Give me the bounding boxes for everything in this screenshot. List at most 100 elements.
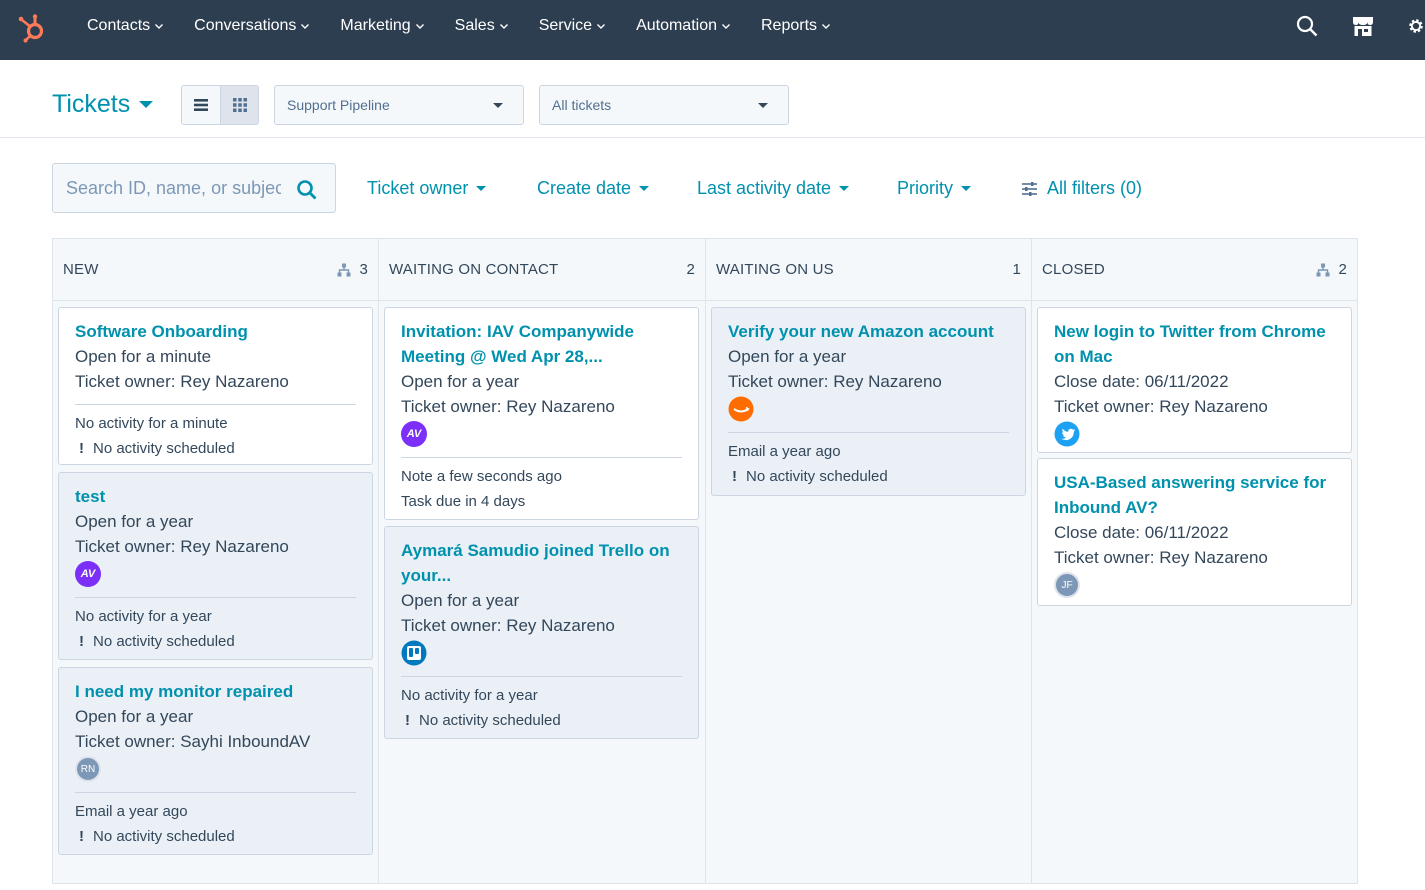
ticket-card[interactable]: I need my monitor repaired Open for a ye… — [58, 667, 373, 855]
ticket-board: NEW 3 Software Onboarding Open for a min… — [52, 238, 1358, 884]
avatar-icon: RN — [75, 756, 101, 782]
card-divider — [401, 676, 682, 677]
grid-icon — [232, 98, 247, 112]
ticket-owner-label: Ticket owner: — [401, 397, 502, 416]
ticket-owner-label: Ticket owner: — [75, 732, 176, 751]
ticket-title[interactable]: USA-Based answering service for Inbound … — [1054, 470, 1335, 520]
all-filters-button[interactable]: All filters (0) — [1021, 178, 1142, 199]
chevron-down-icon — [415, 24, 424, 29]
nav-marketing-label: Marketing — [340, 17, 411, 34]
nav-conversations-label: Conversations — [194, 17, 297, 34]
column-header: CLOSED 2 — [1032, 239, 1357, 301]
ticket-card[interactable]: Invitation: IAV Companywide Meeting @ We… — [384, 307, 699, 520]
ticket-close-date: Close date: 06/11/2022 — [1054, 372, 1229, 391]
ticket-owner-label: Ticket owner: — [75, 537, 176, 556]
column-count: 1 — [1012, 261, 1021, 278]
filter-create-date[interactable]: Create date — [537, 178, 650, 199]
nav-sales-label: Sales — [454, 17, 495, 34]
card-divider — [75, 792, 356, 793]
nav-service-label: Service — [538, 17, 593, 34]
settings-icon[interactable] — [1407, 14, 1425, 38]
ticket-card[interactable]: Software Onboarding Open for a minute Ti… — [58, 307, 373, 465]
search-box — [52, 163, 336, 213]
nav-service[interactable]: Service — [539, 17, 606, 35]
ticket-close-date: Close date: 06/11/2022 — [1054, 523, 1229, 542]
hierarchy-icon — [337, 263, 351, 276]
list-view-button[interactable] — [182, 86, 220, 124]
nav-sales[interactable]: Sales — [455, 17, 509, 35]
ticket-title[interactable]: Aymará Samudio joined Trello on your... — [401, 538, 682, 588]
ticket-owner-label: Ticket owner: — [401, 616, 502, 635]
next-activity: ! No activity scheduled — [401, 708, 682, 733]
view-select[interactable]: All tickets — [539, 85, 789, 125]
ticket-owner: Rey Nazareno — [1159, 548, 1268, 567]
ticket-owner-label: Ticket owner: — [728, 372, 829, 391]
page-title-dropdown[interactable]: Tickets — [52, 90, 154, 119]
next-activity: ! No activity scheduled — [75, 629, 356, 654]
amazon-icon — [728, 396, 754, 422]
ticket-title[interactable]: I need my monitor repaired — [75, 679, 356, 704]
card-divider — [75, 404, 356, 405]
alert-icon: ! — [79, 828, 84, 845]
ticket-card[interactable]: Aymará Samudio joined Trello on your... … — [384, 526, 699, 739]
caret-down-icon — [639, 186, 650, 191]
last-activity: No activity for a year — [75, 608, 212, 625]
marketplace-icon[interactable] — [1351, 14, 1375, 38]
ticket-status: Open for a year — [401, 591, 520, 610]
ticket-card[interactable]: test Open for a year Ticket owner: Rey N… — [58, 472, 373, 660]
board-view-button[interactable] — [220, 86, 258, 124]
chevron-down-icon — [597, 24, 606, 29]
chevron-down-icon — [822, 24, 831, 29]
twitter-icon — [1054, 421, 1080, 447]
hubspot-logo-icon[interactable] — [16, 12, 48, 44]
pipeline-select[interactable]: Support Pipeline — [274, 85, 524, 125]
ticket-card[interactable]: Verify your new Amazon account Open for … — [711, 307, 1026, 496]
ticket-title[interactable]: Invitation: IAV Companywide Meeting @ We… — [401, 319, 682, 369]
nav-conversations[interactable]: Conversations — [194, 17, 310, 35]
ticket-owner: Sayhi InboundAV — [180, 732, 311, 751]
nav-automation-label: Automation — [636, 17, 717, 34]
filter-ticket-owner[interactable]: Ticket owner — [367, 178, 487, 199]
search-input[interactable] — [66, 177, 281, 199]
filter-last-activity-date[interactable]: Last activity date — [697, 178, 850, 199]
column-count-value: 2 — [1338, 261, 1347, 278]
page-header: Tickets Support Pipeline All tickets — [0, 60, 1425, 138]
chevron-down-icon — [722, 24, 730, 29]
search-icon[interactable] — [1295, 14, 1319, 38]
column-title: CLOSED — [1042, 261, 1105, 278]
nav-contacts[interactable]: Contacts — [87, 17, 164, 35]
search-icon[interactable] — [296, 179, 318, 201]
pipeline-select-value: Support Pipeline — [287, 97, 390, 113]
ticket-title[interactable]: Verify your new Amazon account — [728, 319, 1009, 344]
ticket-status: Open for a year — [75, 707, 194, 726]
column-count: 2 — [686, 261, 695, 278]
page-title: Tickets — [52, 90, 131, 118]
column-title: WAITING ON US — [716, 261, 834, 278]
column-count-value: 2 — [686, 261, 695, 278]
view-toggle — [181, 85, 259, 125]
ticket-title[interactable]: Software Onboarding — [75, 319, 356, 344]
column-count-value: 1 — [1012, 261, 1021, 278]
caret-down-icon — [758, 103, 768, 108]
caret-down-icon — [139, 101, 154, 108]
nav-marketing[interactable]: Marketing — [340, 17, 424, 35]
nav-automation[interactable]: Automation — [636, 17, 731, 35]
next-activity: Task due in 4 days — [401, 493, 526, 510]
ticket-owner-line: Ticket owner: Rey Nazareno — [75, 534, 356, 559]
ticket-title[interactable]: New login to Twitter from Chrome on Mac — [1054, 319, 1335, 369]
column-count: 3 — [337, 261, 368, 278]
company-avatar-icon: AV — [401, 421, 427, 447]
ticket-card[interactable]: New login to Twitter from Chrome on Mac … — [1037, 307, 1352, 453]
nav-contacts-label: Contacts — [87, 17, 151, 34]
ticket-title[interactable]: test — [75, 484, 356, 509]
ticket-owner: Rey Nazareno — [506, 397, 615, 416]
nav-reports[interactable]: Reports — [761, 17, 831, 35]
ticket-card[interactable]: USA-Based answering service for Inbound … — [1037, 458, 1352, 606]
main-nav: Contacts Conversations Marketing Sales S… — [87, 0, 861, 52]
filter-priority[interactable]: Priority — [897, 178, 972, 199]
ticket-owner-line: Ticket owner: Rey Nazareno — [728, 369, 1009, 394]
filter-create-date-label: Create date — [537, 178, 632, 198]
board-column-waiting-on-us: WAITING ON US 1 Verify your new Amazon a… — [706, 239, 1032, 883]
board-column-waiting-on-contact: WAITING ON CONTACT 2 Invitation: IAV Com… — [379, 239, 706, 883]
last-activity: Email a year ago — [75, 803, 188, 820]
